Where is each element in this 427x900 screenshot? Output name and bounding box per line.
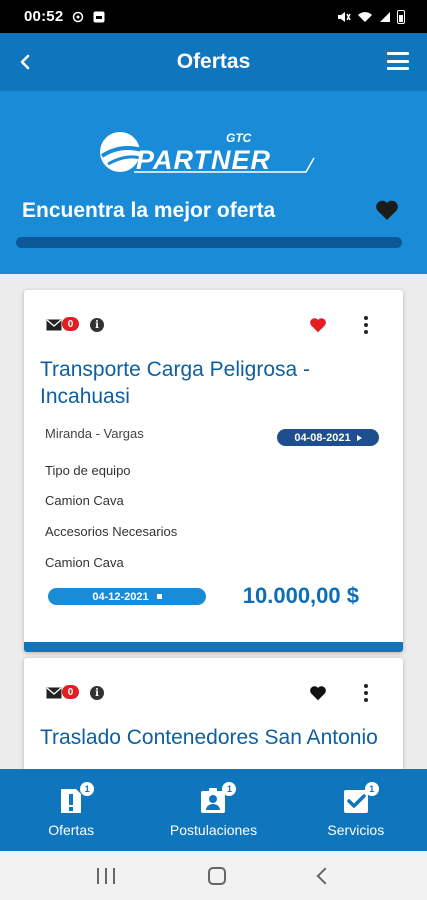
offer-card[interactable]: 0 i Transporte Carga Peligrosa - Incahua… — [24, 290, 403, 652]
mute-icon — [338, 11, 351, 22]
more-options-icon[interactable] — [363, 684, 369, 702]
gtc-partner-logo: GTC PARTNER — [100, 131, 315, 175]
chevron-left-icon — [20, 54, 30, 70]
message-count-badge: 0 — [62, 685, 79, 699]
nav-badge: 1 — [80, 782, 95, 796]
message-count-badge: 0 — [62, 317, 79, 331]
stop-icon — [156, 594, 162, 599]
hero-banner: GTC PARTNER Encuentra la mejor oferta — [0, 91, 427, 274]
nav-badge: 1 — [222, 782, 237, 796]
sync-icon — [73, 11, 84, 22]
nav-ofertas[interactable]: 1 Ofertas — [0, 769, 142, 851]
hamburger-icon — [387, 52, 409, 55]
person-badge-icon: 1 — [198, 782, 237, 816]
banner-headline: Encuentra la mejor oferta — [22, 199, 276, 222]
bottom-navigation: 1 Ofertas 1 Postulaciones 1 Servicios — [0, 769, 427, 851]
back-button[interactable] — [10, 47, 40, 77]
nav-label: Ofertas — [48, 822, 95, 838]
accessories-label: Accesorios Necesarios — [45, 524, 178, 539]
favorite-heart-icon[interactable] — [309, 685, 327, 701]
page-title: Ofertas — [176, 50, 251, 73]
mail-icon[interactable] — [46, 687, 62, 699]
nav-postulaciones[interactable]: 1 Postulaciones — [142, 769, 284, 851]
offer-route: Miranda - Vargas — [45, 426, 144, 441]
nav-label: Servicios — [327, 822, 385, 838]
signal-icon — [380, 11, 390, 22]
offer-title[interactable]: Transporte Carga Peligrosa - Incahuasi — [40, 356, 380, 410]
accessories-value: Camion Cava — [45, 555, 124, 570]
wifi-icon — [358, 11, 372, 22]
offer-title[interactable]: Traslado Contenedores San Antonio — [40, 724, 380, 751]
gallery-icon — [93, 11, 105, 22]
system-navigation-bar — [0, 851, 427, 900]
equipment-value: Camion Cava — [45, 493, 124, 508]
info-icon[interactable]: i — [90, 686, 104, 700]
equipment-label: Tipo de equipo — [45, 463, 131, 478]
system-back-button[interactable] — [316, 867, 333, 884]
card-accent-bar — [24, 642, 403, 652]
svg-text:PARTNER: PARTNER — [136, 145, 271, 175]
status-bar: 00:52 — [0, 0, 427, 33]
alert-doc-icon: 1 — [56, 782, 95, 816]
app-bar: Ofertas — [0, 33, 427, 91]
menu-button[interactable] — [387, 50, 409, 72]
recent-apps-button[interactable] — [96, 867, 115, 884]
start-date-badge: 04-08-2021 — [277, 429, 379, 446]
checklist-icon: 1 — [341, 782, 379, 816]
svg-text:GTC: GTC — [226, 131, 252, 145]
play-icon — [356, 434, 362, 441]
more-options-icon[interactable] — [363, 316, 369, 334]
nav-servicios[interactable]: 1 Servicios — [285, 769, 427, 851]
search-bar[interactable] — [16, 237, 402, 248]
nav-badge: 1 — [364, 782, 379, 796]
nav-label: Postulaciones — [169, 822, 258, 838]
home-button[interactable] — [207, 866, 226, 885]
end-date-badge: 04-12-2021 — [48, 588, 206, 605]
mail-icon[interactable] — [46, 319, 62, 331]
info-icon[interactable]: i — [90, 318, 104, 332]
favorites-filter-heart-icon[interactable] — [375, 199, 399, 221]
battery-icon — [397, 9, 405, 24]
favorite-heart-icon[interactable] — [309, 317, 327, 333]
status-time: 00:52 — [24, 8, 64, 25]
offer-price: 10.000,00 $ — [242, 583, 359, 608]
